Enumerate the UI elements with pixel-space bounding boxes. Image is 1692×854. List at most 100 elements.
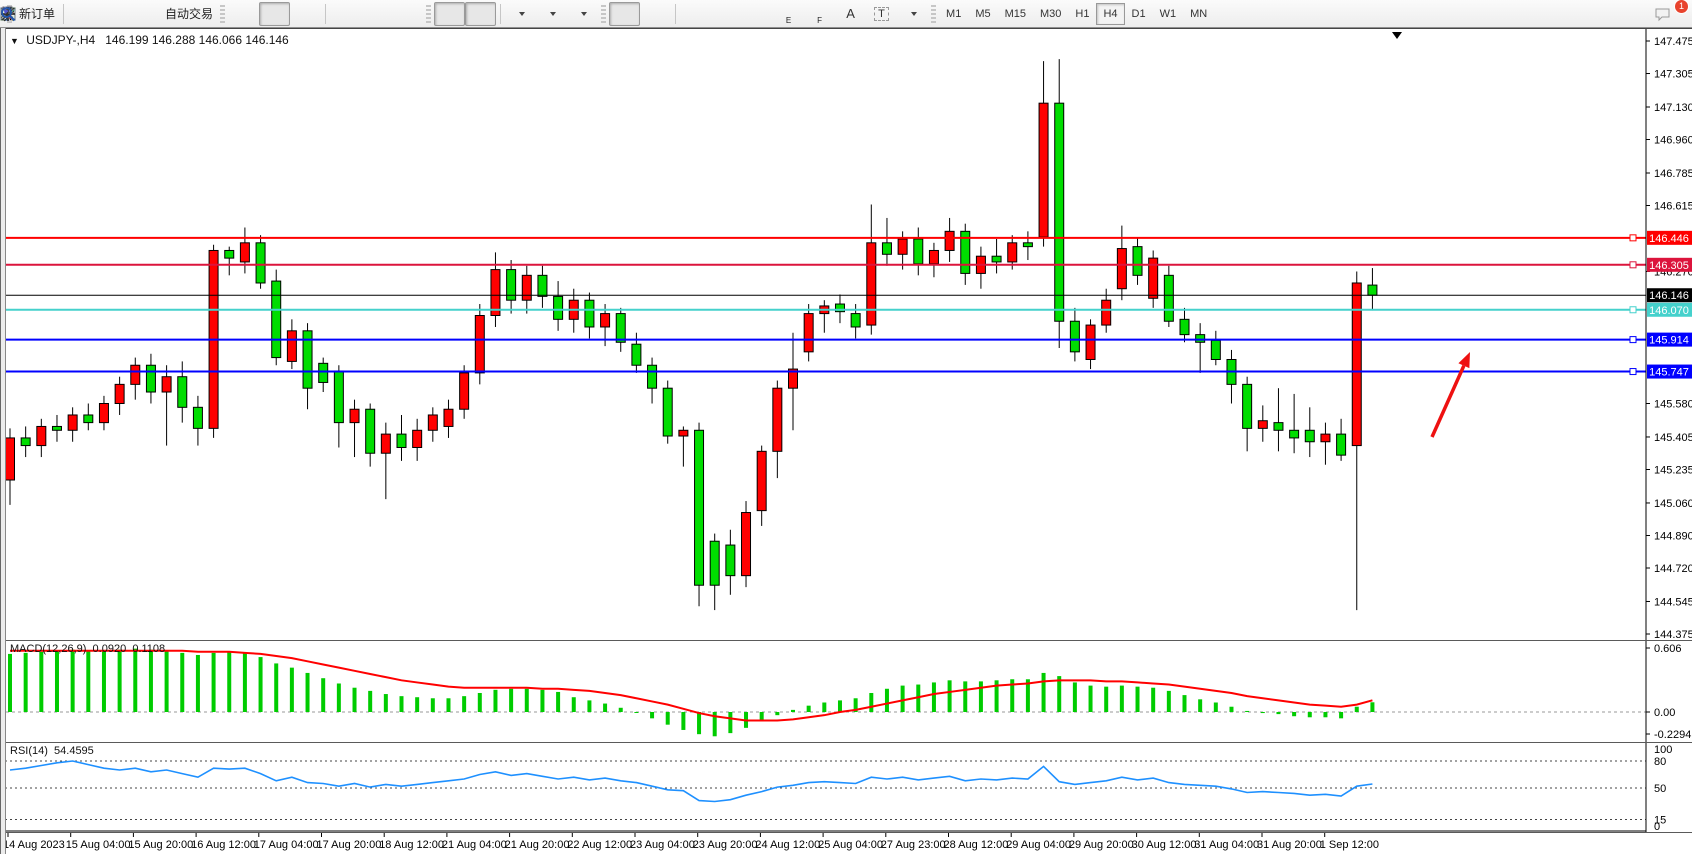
search-button[interactable] xyxy=(1622,2,1653,26)
macd-histogram-bar xyxy=(227,652,231,712)
text-tool-icon: A xyxy=(846,6,855,21)
vertical-line-tool-button[interactable] xyxy=(680,2,711,26)
fibo-sub-label: F xyxy=(817,16,822,25)
notifications-button[interactable]: 1 xyxy=(1653,2,1684,26)
macd-histogram-bar xyxy=(901,686,905,712)
rsi-pane[interactable]: 1008050150 xyxy=(0,743,1692,832)
line-handle[interactable] xyxy=(1630,337,1636,343)
candle-body xyxy=(695,430,704,585)
horizontal-line-tool-button[interactable] xyxy=(711,2,742,26)
macd-histogram-bar xyxy=(196,655,200,712)
chat-bubble-icon xyxy=(1654,6,1671,22)
candle-body xyxy=(742,513,751,576)
zoom-out-button[interactable] xyxy=(361,2,392,26)
pane-separator[interactable] xyxy=(0,640,1692,641)
macd-histogram-bar xyxy=(321,678,325,712)
add-indicator-button[interactable] xyxy=(505,2,536,26)
zoom-in-button[interactable] xyxy=(330,2,361,26)
timeframe-w1[interactable]: W1 xyxy=(1153,3,1184,25)
toolbar-grip[interactable] xyxy=(426,5,431,23)
bar-chart-mode-button[interactable] xyxy=(228,2,259,26)
tile-windows-button[interactable] xyxy=(392,2,423,26)
channel-tool-button[interactable]: E xyxy=(773,2,804,26)
line-handle[interactable] xyxy=(1630,235,1636,241)
new-order-button[interactable]: 新订单 xyxy=(15,2,59,26)
macd-histogram-bar xyxy=(603,704,607,712)
macd-histogram-bar xyxy=(1198,699,1202,712)
search-icon xyxy=(0,6,16,22)
timeframe-m1[interactable]: M1 xyxy=(939,3,968,25)
timeframe-m5[interactable]: M5 xyxy=(968,3,997,25)
toolbar-grip[interactable] xyxy=(220,5,225,23)
candle-body xyxy=(851,314,860,327)
macd-histogram-bar xyxy=(1042,673,1046,712)
candlestick-mode-button[interactable] xyxy=(259,2,290,26)
macd-histogram-bar xyxy=(1308,712,1312,717)
line-handle[interactable] xyxy=(1630,307,1636,313)
text-label-tool-button[interactable]: T xyxy=(866,2,897,26)
time-axis-label: 25 Aug 04:00 xyxy=(818,839,883,851)
price-axis-label: 146.960 xyxy=(1654,135,1692,147)
price-axis-label: 145.405 xyxy=(1654,432,1692,444)
macd-histogram-bar xyxy=(1276,712,1280,714)
pane-separator[interactable] xyxy=(0,742,1692,743)
market-watch-button[interactable] xyxy=(68,2,99,26)
macd-pane[interactable]: 0.6060.00-0.2294 xyxy=(0,641,1692,742)
macd-histogram-bar xyxy=(478,693,482,712)
candle-body xyxy=(37,426,46,445)
macd-histogram-bar xyxy=(180,653,184,712)
candle-body xyxy=(929,250,938,263)
timeframe-h1[interactable]: H1 xyxy=(1068,3,1096,25)
candle-body xyxy=(131,365,140,384)
macd-histogram-bar xyxy=(39,652,43,712)
macd-histogram-bar xyxy=(55,651,59,712)
price-axis-label: 144.890 xyxy=(1654,530,1692,542)
macd-histogram-bar xyxy=(681,712,685,730)
toolbar-grip[interactable] xyxy=(601,5,606,23)
fibonacci-tool-button[interactable]: F xyxy=(804,2,835,26)
time-axis-label: 15 Aug 20:00 xyxy=(128,839,193,851)
toolbar-separator xyxy=(500,4,501,24)
line-handle[interactable] xyxy=(1630,262,1636,268)
crosshair-tool-button[interactable] xyxy=(640,2,671,26)
price-line-badge-label: 146.446 xyxy=(1649,233,1689,245)
main-pane-background xyxy=(0,29,1692,640)
candle-body xyxy=(444,409,453,426)
trading-terminal: 新订单 xyxy=(0,0,1692,854)
trendline-tool-button[interactable] xyxy=(742,2,773,26)
timeframe-d1[interactable]: D1 xyxy=(1125,3,1153,25)
line-handle[interactable] xyxy=(1630,369,1636,375)
candle-body xyxy=(726,545,735,576)
macd-histogram-bar xyxy=(822,702,826,712)
cursor-tool-button[interactable] xyxy=(609,2,640,26)
template-button[interactable] xyxy=(567,2,598,26)
macd-histogram-bar xyxy=(1167,691,1171,712)
macd-histogram-bar xyxy=(118,650,122,712)
timeframe-h4[interactable]: H4 xyxy=(1096,3,1124,25)
candle-body xyxy=(522,275,531,300)
timeframe-m30[interactable]: M30 xyxy=(1033,3,1068,25)
auto-scroll-button[interactable] xyxy=(434,2,465,26)
main-chart-pane[interactable]: 147.475147.305147.130146.960146.785146.6… xyxy=(0,29,1692,640)
collapse-triangle-icon[interactable]: ▼ xyxy=(10,36,19,46)
timeframe-m15[interactable]: M15 xyxy=(998,3,1033,25)
time-axis-label: 23 Aug 04:00 xyxy=(630,839,695,851)
chart-shift-button[interactable] xyxy=(465,2,496,26)
auto-trading-button[interactable]: 自动交易 xyxy=(161,2,217,26)
price-line-badge-label: 146.146 xyxy=(1649,290,1689,302)
timeframe-mn[interactable]: MN xyxy=(1183,3,1214,25)
macd-label: MACD(12,26,9) 0.0920 0.1108 xyxy=(10,643,165,655)
macd-histogram-bar xyxy=(556,692,560,712)
period-selector-button[interactable] xyxy=(536,2,567,26)
macd-histogram-bar xyxy=(431,698,435,712)
line-chart-mode-button[interactable] xyxy=(290,2,321,26)
arrows-tool-button[interactable] xyxy=(897,2,928,26)
toolbar-grip[interactable] xyxy=(931,5,936,23)
text-tool-button[interactable]: A xyxy=(835,2,866,26)
time-axis-label: 17 Aug 20:00 xyxy=(317,839,382,851)
candle-body xyxy=(867,243,876,325)
toolbar-separator xyxy=(675,4,676,24)
signals-button[interactable] xyxy=(130,2,161,26)
time-axis[interactable]: 14 Aug 202315 Aug 04:0015 Aug 20:0016 Au… xyxy=(0,833,1692,854)
accounts-button[interactable] xyxy=(99,2,130,26)
